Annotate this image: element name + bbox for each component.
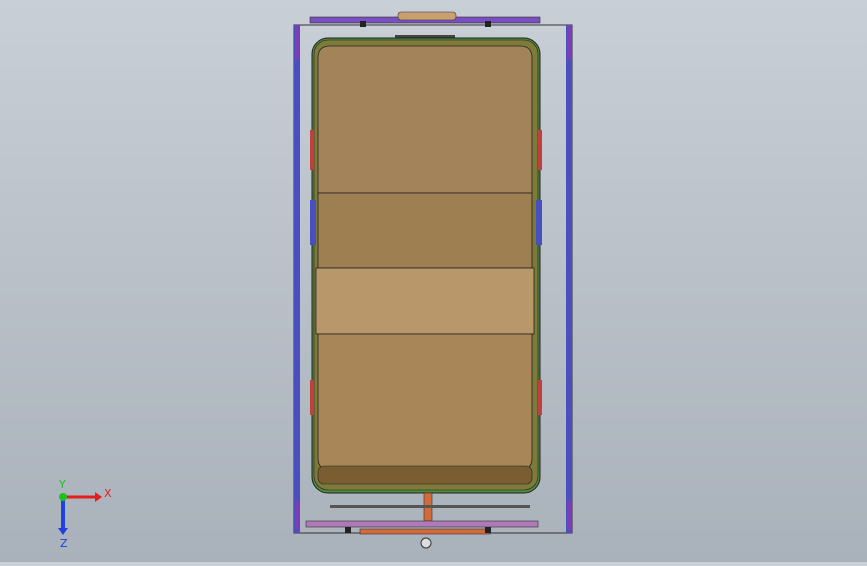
mattress-leg-section (317, 333, 533, 471)
mattress-head-section (317, 45, 533, 194)
y-axis-label: Y (58, 480, 66, 491)
top-bolt-right (485, 21, 491, 27)
bottom-bolt-left (345, 527, 351, 533)
left-marker-2 (310, 380, 314, 415)
y-axis-icon (59, 493, 67, 501)
bed-model-top-view[interactable] (0, 0, 867, 562)
left-marker-1 (310, 130, 314, 170)
right-clip (536, 200, 542, 245)
right-rail-bottom-cap (567, 500, 571, 530)
mattress-foot-edge (317, 465, 533, 485)
right-rail-top-cap (567, 25, 571, 60)
right-marker-2 (538, 380, 542, 415)
bottom-bolt-right (485, 527, 491, 533)
top-handle (397, 11, 457, 21)
x-axis-label: X (104, 487, 112, 500)
left-rail-top-cap (295, 25, 299, 60)
z-arrow-icon (58, 528, 68, 535)
cad-viewport[interactable]: X Y Z (0, 0, 867, 562)
bottom-crossbar (330, 505, 530, 508)
orientation-triad[interactable]: X Y Z (40, 480, 120, 550)
mattress-seat-section (315, 267, 535, 335)
foot-handle (359, 528, 491, 535)
caster-wheel (420, 537, 432, 549)
left-clip (310, 200, 316, 245)
bottom-bar (305, 520, 539, 528)
left-rail (294, 25, 300, 533)
right-rail (566, 25, 572, 533)
z-axis-label: Z (60, 537, 68, 550)
mattress-back-section (317, 192, 533, 269)
right-marker-1 (538, 130, 542, 170)
x-arrow-icon (95, 492, 102, 502)
left-rail-bottom-cap (295, 500, 299, 530)
top-bolt-left (360, 21, 366, 27)
